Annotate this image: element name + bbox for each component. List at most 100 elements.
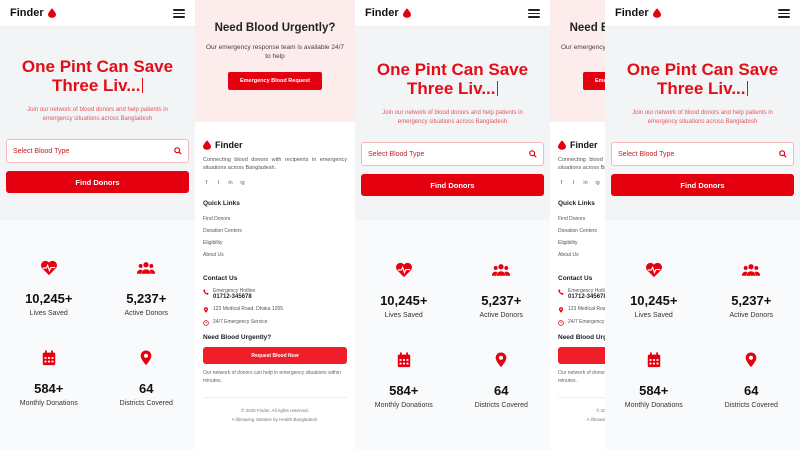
link-about-us[interactable]: About Us bbox=[203, 249, 347, 261]
link-donation-centers[interactable]: Donation Centers bbox=[558, 225, 605, 237]
copyright-text: © 2025 Finder. All rights reserved. bbox=[241, 408, 309, 413]
linkedin-icon[interactable]: in bbox=[227, 180, 234, 186]
link-eligibility[interactable]: Eligibility bbox=[203, 237, 347, 249]
stat-label: Districts Covered bbox=[119, 400, 173, 407]
quick-links-heading: Quick Links bbox=[558, 200, 595, 207]
find-donors-button[interactable]: Find Donors bbox=[611, 174, 794, 196]
emergency-request-button[interactable]: Emergency Blood Request bbox=[583, 72, 605, 90]
brand[interactable]: Finder bbox=[365, 7, 411, 19]
facebook-icon[interactable]: f bbox=[558, 180, 565, 186]
twitter-icon[interactable]: t bbox=[215, 180, 222, 186]
hotline-number[interactable]: 01712-345678 bbox=[568, 294, 605, 300]
find-donors-button[interactable]: Find Donors bbox=[6, 171, 189, 193]
hero-subtitle: Join our network of blood donors and hel… bbox=[632, 110, 773, 125]
calendar-icon bbox=[42, 350, 55, 366]
stat-label: Monthly Donations bbox=[374, 402, 433, 409]
link-donation-centers[interactable]: Donation Centers bbox=[203, 225, 347, 237]
service-text: 24/7 Emergency Service bbox=[213, 319, 268, 325]
footer-note: Our network of donors can help in emerge… bbox=[558, 370, 605, 384]
app-name: Finder bbox=[615, 7, 649, 19]
stat-active-donors: 5,237+ Active Donors bbox=[98, 260, 196, 350]
stat-districts-covered: 64 Districts Covered bbox=[703, 352, 800, 442]
hotline-number[interactable]: 01712-345678 bbox=[213, 294, 255, 300]
menu-icon[interactable] bbox=[528, 8, 540, 18]
navbar: Finder bbox=[355, 0, 550, 27]
phone-icon bbox=[558, 289, 564, 295]
instagram-icon[interactable]: ig bbox=[239, 180, 246, 186]
blood-type-select[interactable]: Select Blood Type bbox=[361, 142, 544, 166]
blood-drop-icon bbox=[47, 8, 56, 18]
copyright-text: © 2025 Finder. All rights reserved. bbox=[596, 408, 605, 413]
stats-section: 10,245+ Lives Saved 5,237+ Active Donors… bbox=[605, 220, 800, 450]
footer-note: Our network of donors can help in emerge… bbox=[203, 370, 341, 384]
blood-type-placeholder: Select Blood Type bbox=[368, 150, 425, 158]
request-blood-button[interactable]: Request Blood Now bbox=[558, 347, 605, 364]
footer-view-panel-4: Need Blood Urgently? Our emergency respo… bbox=[550, 0, 605, 450]
home-view-panel-3: Finder One Pint Can Save Three Liv... Jo… bbox=[355, 0, 550, 450]
stats-section: 10,245+ Lives Saved 5,237+ Active Donors… bbox=[355, 220, 550, 450]
heartbeat-icon bbox=[40, 260, 57, 276]
typing-cursor bbox=[141, 78, 143, 93]
contact-info: Emergency Hotline01712-345678 123 Medica… bbox=[558, 288, 605, 326]
menu-icon[interactable] bbox=[778, 8, 790, 18]
hero-section: One Pint Can Save Three Liv... Join our … bbox=[355, 27, 550, 220]
copyright: © 2025 Finder. All rights reserved. A li… bbox=[203, 397, 347, 424]
footer-brand[interactable]: Finder bbox=[558, 140, 605, 150]
stat-label: Lives Saved bbox=[384, 312, 423, 319]
blood-type-select[interactable]: Select Blood Type bbox=[6, 139, 189, 163]
stat-number: 64 bbox=[139, 381, 154, 396]
stat-label: Active Donors bbox=[729, 312, 774, 319]
stat-monthly-donations: 584+ Monthly Donations bbox=[0, 350, 98, 440]
copyright: © 2025 Finder. All rights reserved. A li… bbox=[558, 397, 605, 424]
brand[interactable]: Finder bbox=[10, 7, 56, 19]
footer: Finder Connecting blood donors with reci… bbox=[195, 140, 355, 424]
stat-active-donors: 5,237+ Active Donors bbox=[453, 262, 551, 352]
blood-drop-icon bbox=[402, 8, 411, 18]
menu-icon[interactable] bbox=[173, 8, 185, 18]
stat-label: Active Donors bbox=[479, 312, 524, 319]
blood-type-select[interactable]: Select Blood Type bbox=[611, 142, 794, 166]
instagram-icon[interactable]: ig bbox=[594, 180, 601, 186]
app-name: Finder bbox=[365, 7, 399, 19]
brand[interactable]: Finder bbox=[615, 7, 661, 19]
search-icon bbox=[779, 150, 787, 158]
linkedin-icon[interactable]: in bbox=[582, 180, 589, 186]
stat-districts-covered: 64 Districts Covered bbox=[98, 350, 196, 440]
quick-links-heading: Quick Links bbox=[203, 200, 240, 207]
link-find-donors[interactable]: Find Donors bbox=[558, 213, 605, 225]
emergency-request-button[interactable]: Emergency Blood Request bbox=[228, 72, 322, 90]
stat-number: 10,245+ bbox=[25, 291, 73, 306]
request-blood-button[interactable]: Request Blood Now bbox=[203, 347, 347, 364]
navbar: Finder bbox=[605, 0, 800, 27]
map-pin-icon bbox=[745, 352, 757, 368]
twitter-icon[interactable]: t bbox=[570, 180, 577, 186]
contact-heading: Contact Us bbox=[558, 275, 593, 282]
footer-brand[interactable]: Finder bbox=[203, 140, 347, 150]
heartbeat-icon bbox=[645, 262, 662, 278]
stat-lives-saved: 10,245+ Lives Saved bbox=[355, 262, 453, 352]
contact-hotline: Emergency Hotline01712-345678 bbox=[558, 288, 605, 300]
facebook-icon[interactable]: f bbox=[203, 180, 210, 186]
stat-number: 5,237+ bbox=[126, 291, 167, 306]
blood-drop-icon bbox=[203, 140, 211, 150]
social-links: f t in ig bbox=[558, 180, 605, 186]
find-donors-button[interactable]: Find Donors bbox=[361, 174, 544, 196]
social-links: f t in ig bbox=[203, 180, 347, 186]
stat-label: Lives Saved bbox=[29, 310, 68, 317]
link-eligibility[interactable]: Eligibility bbox=[558, 237, 605, 249]
quick-links: Find Donors Donation Centers Eligibility… bbox=[203, 213, 347, 261]
calendar-icon bbox=[647, 352, 660, 368]
contact-address: 123 Medical Road, Dhaka 1205 bbox=[203, 306, 347, 313]
clock-icon bbox=[558, 320, 564, 326]
stat-number: 584+ bbox=[389, 383, 419, 398]
contact-service: 24/7 Emergency Service bbox=[558, 319, 605, 326]
link-about-us[interactable]: About Us bbox=[558, 249, 605, 261]
stat-number: 5,237+ bbox=[481, 293, 522, 308]
contact-heading: Contact Us bbox=[203, 275, 238, 282]
link-find-donors[interactable]: Find Donors bbox=[203, 213, 347, 225]
urgent-text: Our emergency response team is available… bbox=[205, 44, 345, 60]
search-icon bbox=[174, 147, 182, 155]
hero-subtitle: Join our network of blood donors and hel… bbox=[27, 107, 168, 122]
hero-subtitle: Join our network of blood donors and hel… bbox=[382, 110, 523, 125]
stat-number: 10,245+ bbox=[630, 293, 678, 308]
